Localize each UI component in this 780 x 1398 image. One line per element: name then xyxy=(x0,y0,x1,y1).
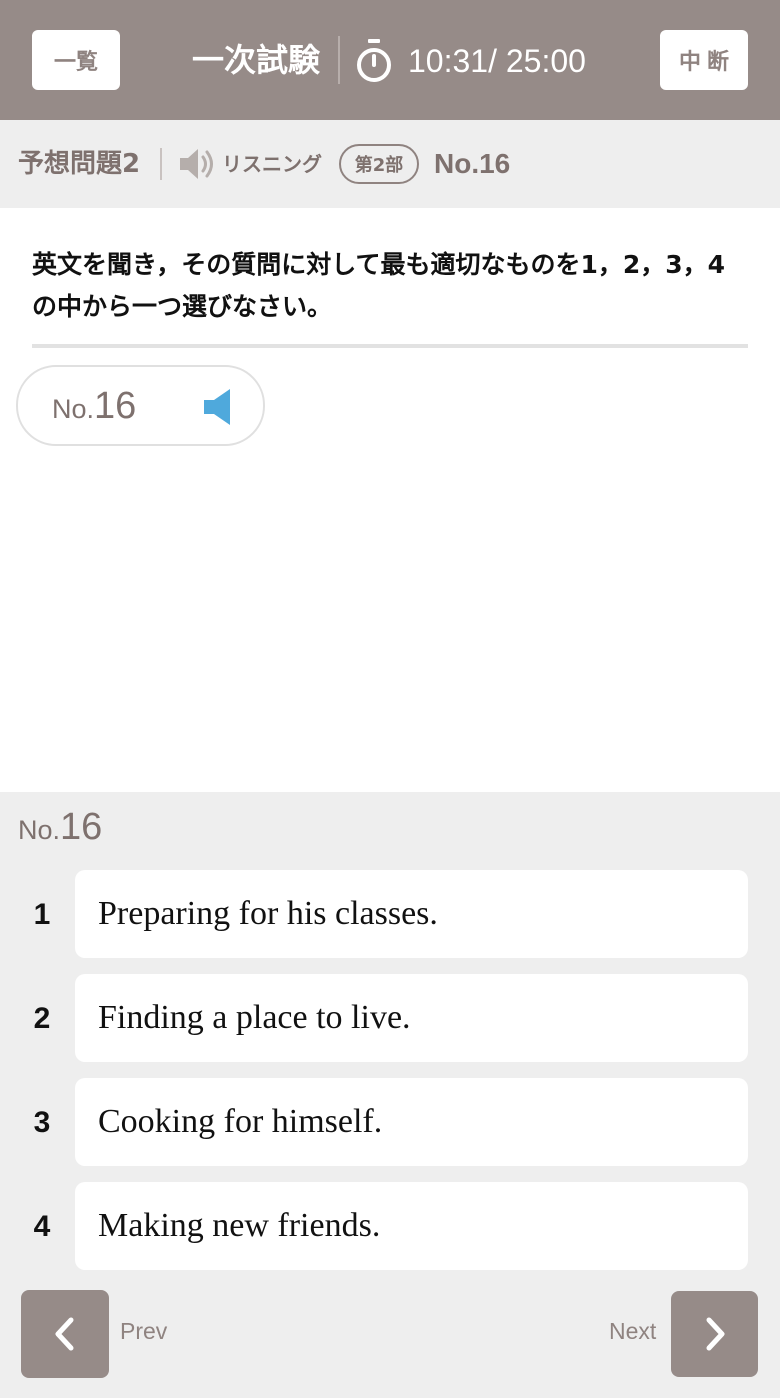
speaker-icon xyxy=(204,389,230,425)
question-info-bar: 予想問題2 リスニング 第2部 No.16 xyxy=(0,120,780,208)
choice-option-2[interactable]: Finding a place to live. xyxy=(75,974,748,1062)
set-name: 予想問題2 xyxy=(18,149,141,179)
listening-speaker-icon xyxy=(180,149,213,179)
part-badge: 第2部 xyxy=(339,144,419,184)
audio-no-number: 16 xyxy=(94,385,137,427)
top-bar: 一覧 一次試験 10:31/ 25:00 中断 xyxy=(0,0,780,120)
choice-number-2: 2 xyxy=(33,1002,51,1035)
audio-play-button[interactable]: No.16 xyxy=(16,365,265,446)
timer-text: 10:31/ 25:00 xyxy=(408,43,586,79)
chevron-right-icon xyxy=(706,1317,724,1351)
audio-question-number: No.16 xyxy=(52,385,136,428)
list-button[interactable]: 一覧 xyxy=(32,30,120,90)
answer-no-number: 16 xyxy=(60,806,103,848)
instruction-divider xyxy=(32,344,748,348)
choice-option-1[interactable]: Preparing for his classes. xyxy=(75,870,748,958)
choice-number-3: 3 xyxy=(33,1106,51,1139)
next-button[interactable] xyxy=(671,1291,758,1377)
prev-label[interactable]: Prev xyxy=(120,1318,167,1345)
stopwatch-icon xyxy=(357,39,391,82)
choice-option-3[interactable]: Cooking for himself. xyxy=(75,1078,748,1166)
instruction-text: 英文を聞き，その質問に対して最も適切なものを1，2，3，4の中から一つ選びなさい… xyxy=(32,250,726,321)
prev-button[interactable] xyxy=(21,1290,109,1378)
next-label[interactable]: Next xyxy=(609,1318,656,1345)
header-divider xyxy=(338,36,340,84)
choice-number-1: 1 xyxy=(33,898,51,931)
info-divider xyxy=(160,148,162,180)
audio-no-prefix: No. xyxy=(52,394,95,424)
choice-option-4[interactable]: Making new friends. xyxy=(75,1182,748,1270)
exam-title: 一次試験 xyxy=(192,41,321,79)
question-number: No.16 xyxy=(434,148,511,179)
answer-question-number: No.16 xyxy=(18,806,102,849)
chevron-left-icon xyxy=(55,1317,74,1351)
answer-no-prefix: No. xyxy=(18,815,61,845)
choice-number-4: 4 xyxy=(33,1210,51,1243)
pause-button[interactable]: 中断 xyxy=(660,30,748,90)
section-label: リスニング xyxy=(222,152,322,176)
